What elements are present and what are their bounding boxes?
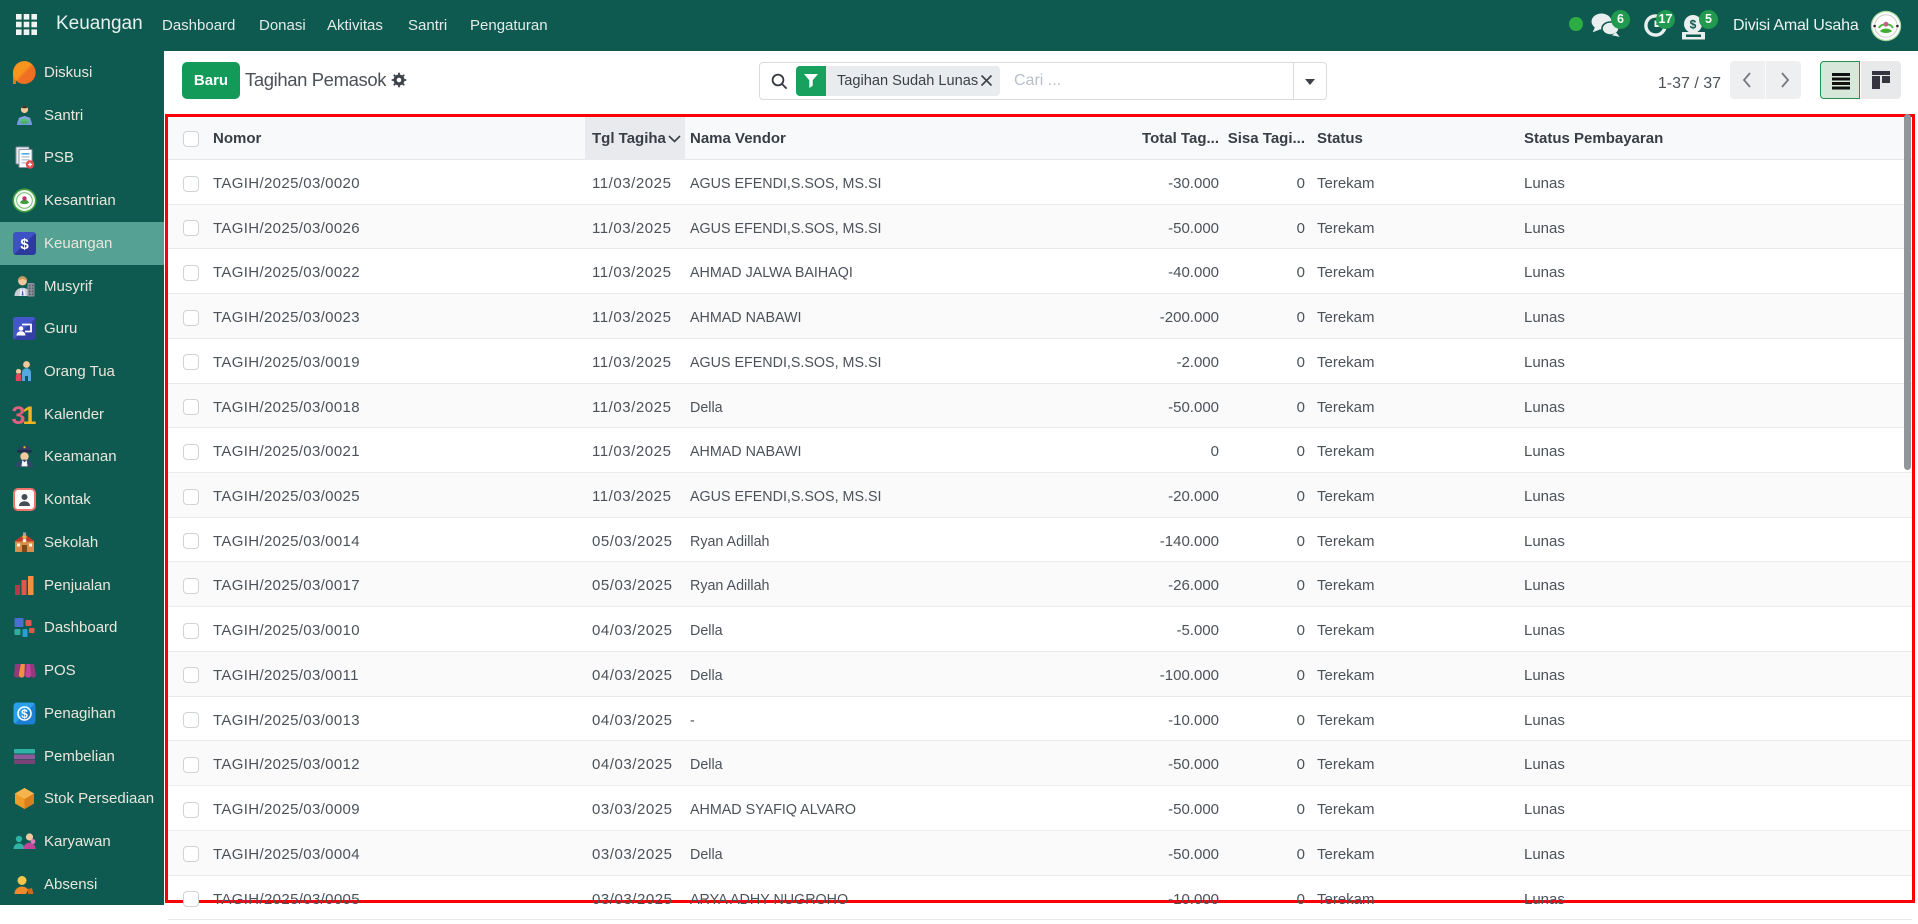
svg-text:$: $ xyxy=(1690,18,1697,32)
svg-text:1: 1 xyxy=(23,402,37,427)
svg-text:$: $ xyxy=(20,236,29,253)
svg-text:$: $ xyxy=(21,707,28,721)
